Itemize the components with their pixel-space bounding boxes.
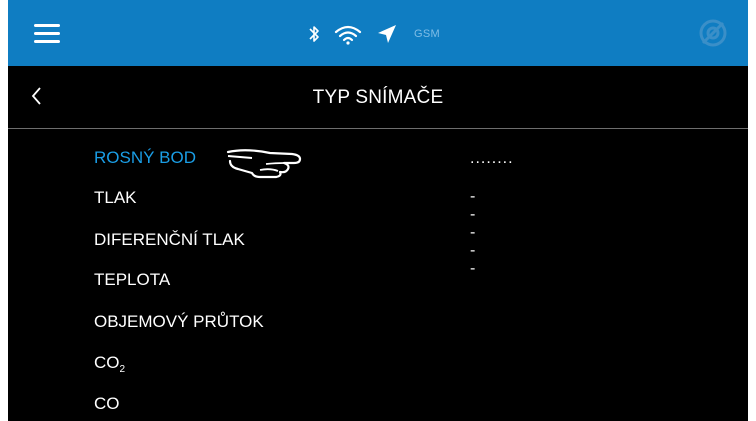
status-icons: GSM <box>308 22 440 46</box>
device-screen: GSM TYP SNÍMAČE ROSNÝ BOD ........ TLAK … <box>8 0 748 421</box>
gsm-label: GSM <box>414 28 440 40</box>
pointing-hand-icon <box>226 149 302 179</box>
sensor-item-label: CO <box>94 353 120 372</box>
sensor-item-diferencni-tlak[interactable]: DIFERENČNÍ TLAK <box>94 230 245 250</box>
sensor-value-tlak: ----- <box>470 188 477 277</box>
page-title: TYP SNÍMAČE <box>312 87 444 108</box>
sensor-item-co[interactable]: CO <box>94 394 120 414</box>
header-bar: TYP SNÍMAČE <box>8 66 748 129</box>
sensor-item-label: DIFERENČNÍ TLAK <box>94 230 245 249</box>
sensor-item-label: OBJEMOVÝ PRŮTOK <box>94 312 264 331</box>
wifi-icon <box>334 25 362 45</box>
sensor-item-label: ROSNÝ BOD <box>94 148 197 167</box>
sensor-item-label: TLAK <box>94 188 137 207</box>
target-icon <box>699 19 727 47</box>
sensor-item-label: TEPLOTA <box>94 270 171 289</box>
sensor-value-rosny-bod: ........ <box>470 150 514 167</box>
bluetooth-icon <box>309 26 319 42</box>
sensor-item-subscript: 2 <box>119 364 126 375</box>
sensor-item-rosny-bod[interactable]: ROSNÝ BOD <box>94 148 196 168</box>
menu-icon[interactable] <box>34 22 60 44</box>
sensor-item-co2[interactable]: CO2 <box>94 353 125 375</box>
sensor-item-objemovy-prutok[interactable]: OBJEMOVÝ PRŮTOK <box>94 312 264 332</box>
sensor-item-label: CO <box>94 394 120 413</box>
sensor-item-teplota[interactable]: TEPLOTA <box>94 270 170 290</box>
navigation-arrow-icon <box>378 25 396 43</box>
status-bar: GSM <box>8 0 748 66</box>
sensor-item-tlak[interactable]: TLAK <box>94 188 137 208</box>
